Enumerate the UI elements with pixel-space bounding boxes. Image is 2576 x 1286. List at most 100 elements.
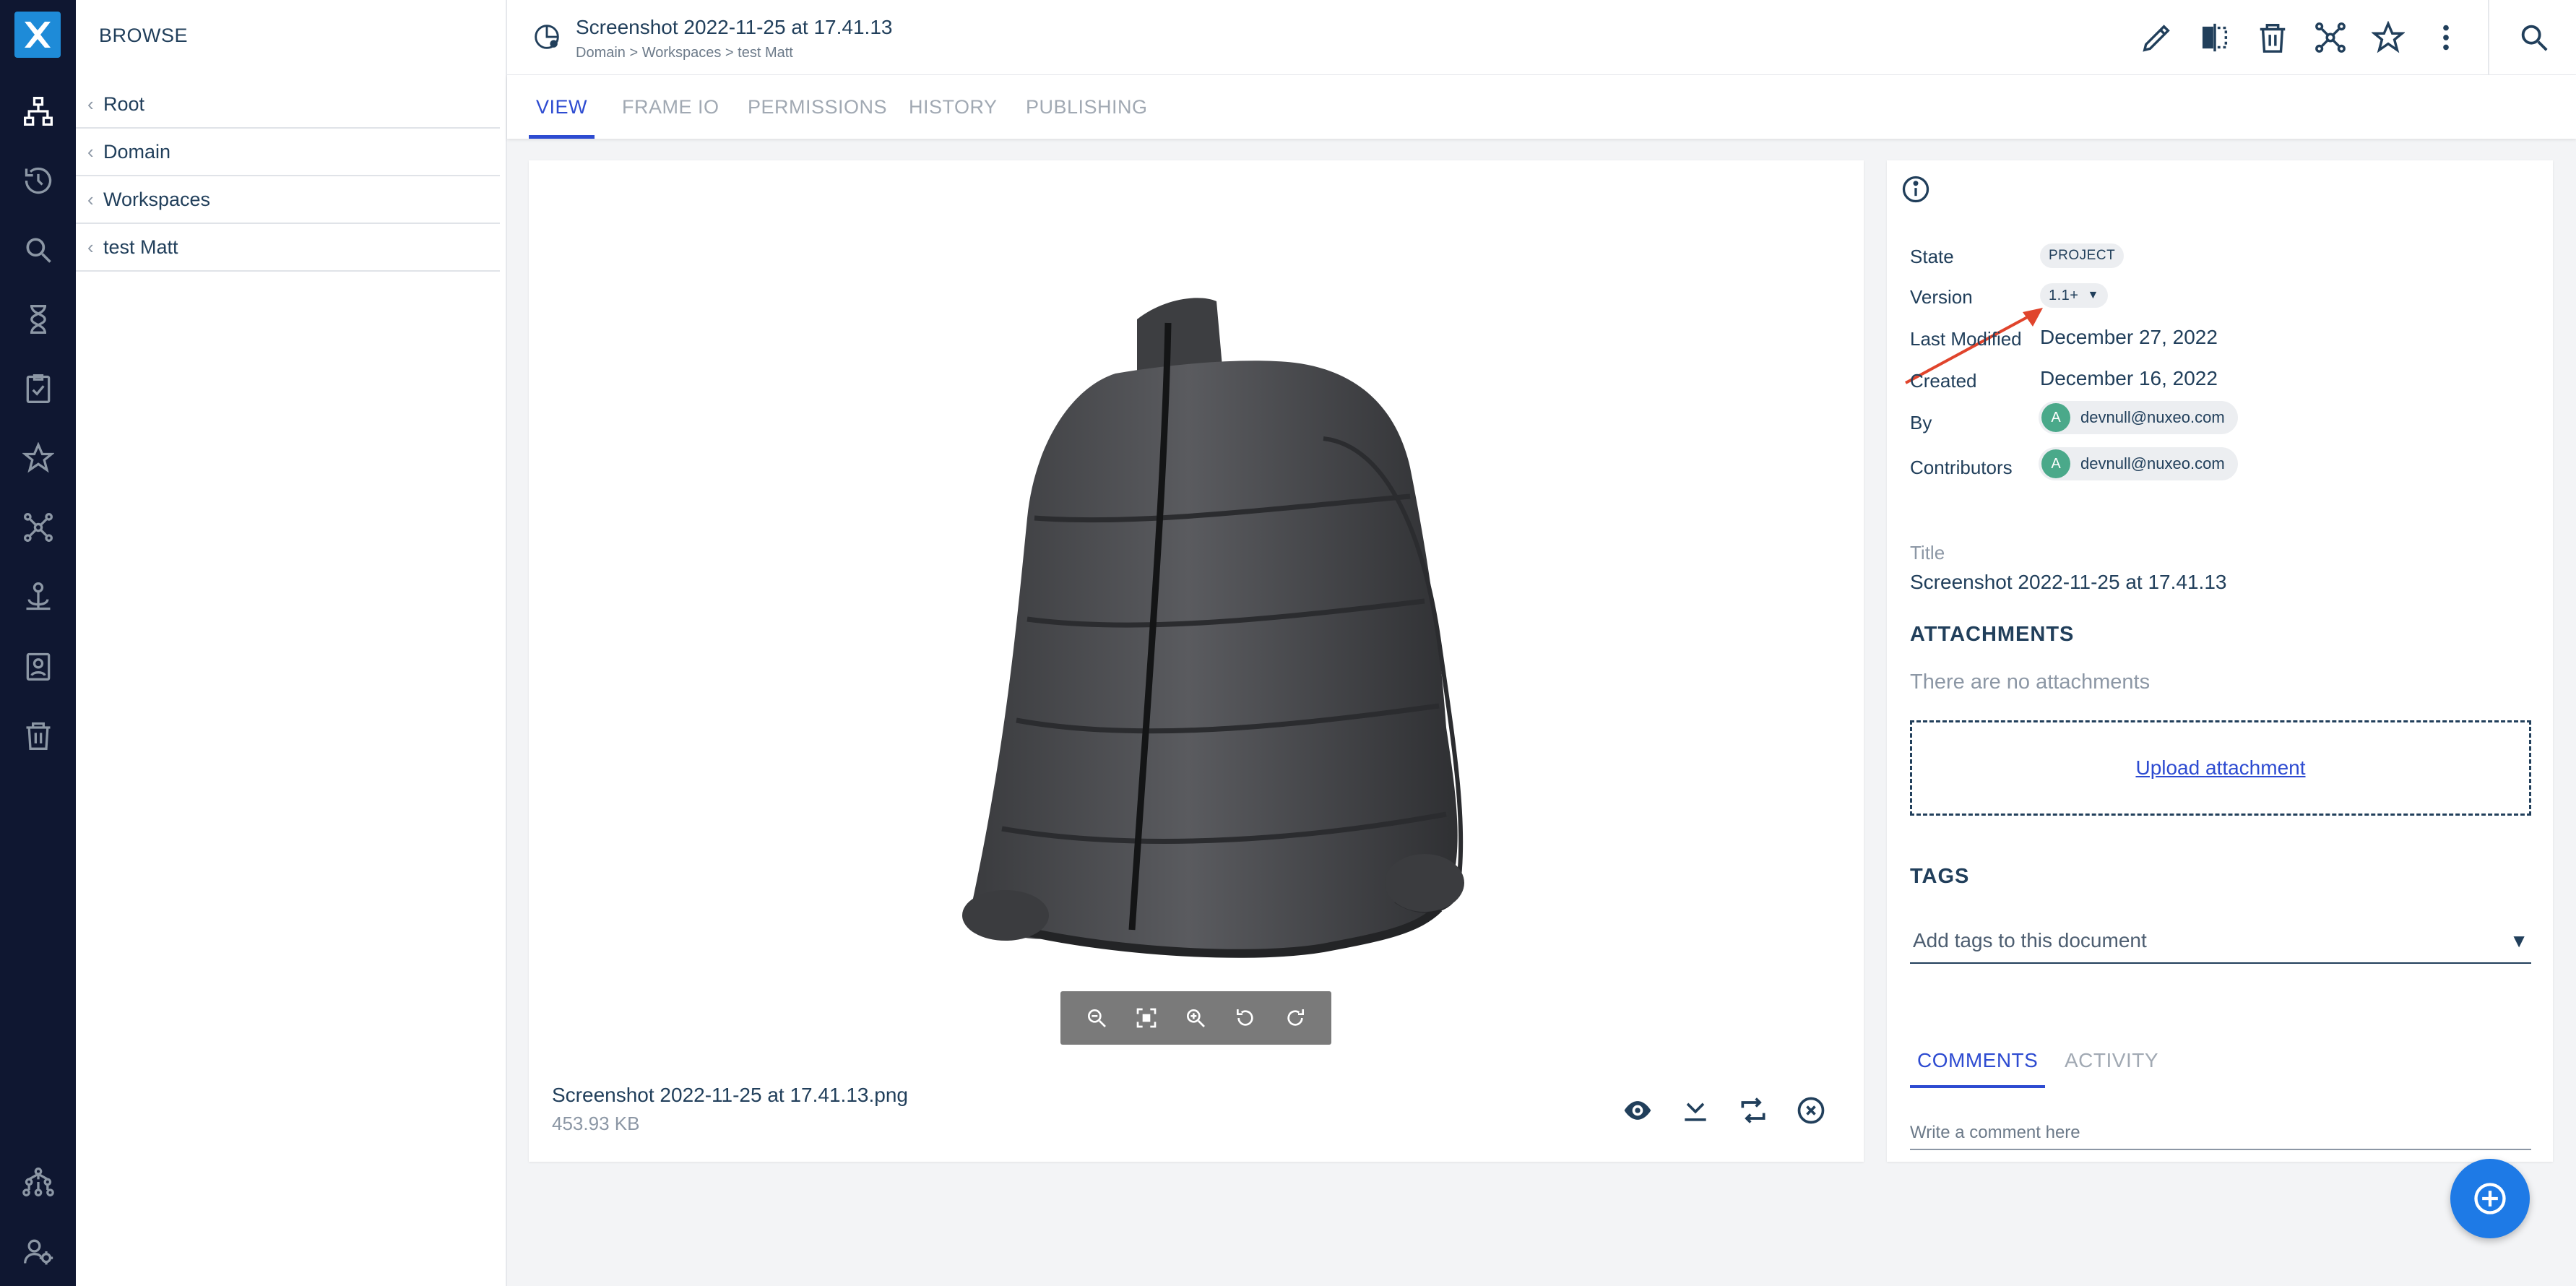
zoom-in-button[interactable]	[1181, 1004, 1210, 1032]
browse-drawer: BROWSE ‹ Root ‹ Domain ‹ Workspaces ‹ te…	[76, 0, 507, 1286]
zoom-out-button[interactable]	[1082, 1004, 1111, 1032]
crumb-workspaces[interactable]: ‹ Workspaces	[76, 176, 500, 224]
replace-button[interactable]	[1735, 1092, 1771, 1129]
eye-icon	[1624, 1101, 1651, 1120]
file-size: 453.93 KB	[552, 1113, 640, 1134]
tasks-icon[interactable]	[18, 368, 58, 408]
download-button[interactable]	[1677, 1092, 1713, 1129]
download-icon	[1685, 1102, 1706, 1121]
metadata-card: State PROJECT Version 1.1+ ▼ Last Modifi…	[1887, 160, 2553, 1162]
rotate-right-button[interactable]	[1281, 1004, 1310, 1032]
crumb-label: test Matt	[103, 236, 178, 258]
app-logo[interactable]	[14, 12, 61, 58]
state-label: State	[1910, 246, 1954, 267]
dropdown-arrow-icon: ▼	[2510, 929, 2528, 951]
app-root: BROWSE ‹ Root ‹ Domain ‹ Workspaces ‹ te…	[0, 0, 2576, 1286]
tab-frame-io[interactable]: FRAME IO	[622, 75, 719, 139]
search-icon	[2521, 25, 2548, 51]
hourglass-icon[interactable]	[18, 299, 58, 339]
title-label: Title	[1910, 542, 1945, 564]
add-to-collection-button[interactable]	[2301, 9, 2359, 66]
contributor-email: devnull@nuxeo.com	[2080, 454, 2225, 472]
rotate-left-button[interactable]	[1231, 1004, 1260, 1032]
hierarchy-icon[interactable]	[18, 1162, 58, 1201]
tags-heading: TAGS	[1910, 865, 1970, 888]
edit-button[interactable]	[2128, 9, 2186, 66]
document-title: Screenshot 2022-11-25 at 17.41.13	[576, 16, 893, 38]
image-viewer-toolbar	[1060, 991, 1331, 1045]
crumb-domain[interactable]: ‹ Domain	[76, 129, 500, 176]
tab-history[interactable]: HISTORY	[909, 75, 998, 139]
version-dropdown[interactable]: 1.1+ ▼	[2040, 283, 2108, 308]
rotate-right-icon	[1287, 1009, 1304, 1026]
document-header: Screenshot 2022-11-25 at 17.41.13 Domain…	[507, 0, 2576, 75]
crumb-label: Workspaces	[103, 188, 211, 210]
author-chip[interactable]: A devnull@nuxeo.com	[2039, 401, 2238, 434]
more-actions-button[interactable]	[2417, 9, 2475, 66]
tab-permissions[interactable]: PERMISSIONS	[748, 75, 887, 139]
chevron-left-icon: ‹	[87, 188, 94, 210]
preview-card: Screenshot 2022-11-25 at 17.41.13.png 45…	[529, 160, 1864, 1162]
tab-activity[interactable]: ACTIVITY	[2065, 1049, 2158, 1072]
browse-icon[interactable]	[18, 91, 58, 131]
history-icon[interactable]	[18, 160, 58, 200]
fit-to-screen-button[interactable]	[1132, 1004, 1161, 1032]
tags-input[interactable]: Add tags to this document ▼	[1910, 919, 2531, 964]
attachments-empty: There are no attachments	[1910, 670, 2151, 694]
global-search-button[interactable]	[2505, 9, 2563, 66]
delete-button[interactable]	[2244, 9, 2301, 66]
nav-rail	[0, 0, 76, 1286]
favorites-icon[interactable]	[18, 438, 58, 478]
document-actions	[2128, 0, 2576, 75]
drawer-title: BROWSE	[99, 25, 189, 46]
chevron-left-icon: ‹	[87, 236, 94, 258]
zoom-out-icon	[1088, 1009, 1107, 1027]
add-circle-icon	[2474, 1183, 2506, 1214]
attachments-heading: ATTACHMENTS	[1910, 623, 2075, 646]
close-circle-icon	[1797, 1097, 1825, 1124]
file-actions	[1620, 1092, 1829, 1129]
contributors-label: Contributors	[1910, 457, 2013, 478]
chevron-left-icon: ‹	[87, 92, 94, 115]
tab-publishing[interactable]: PUBLISHING	[1026, 75, 1148, 139]
upload-dropzone[interactable]: Upload attachment	[1910, 720, 2531, 816]
compare-icon	[2202, 23, 2228, 52]
file-name: Screenshot 2022-11-25 at 17.41.13.png	[552, 1084, 908, 1106]
trash-icon	[2260, 24, 2286, 53]
upload-attachment-link[interactable]: Upload attachment	[2135, 756, 2305, 780]
remove-file-button[interactable]	[1793, 1092, 1829, 1129]
pencil-icon	[2143, 25, 2170, 52]
info-icon[interactable]	[1900, 173, 1932, 205]
picture-document-icon	[535, 25, 559, 49]
compare-button[interactable]	[2186, 9, 2244, 66]
collections-icon[interactable]	[18, 507, 58, 547]
document-tabs: VIEW FRAME IO PERMISSIONS HISTORY PUBLIS…	[507, 75, 2576, 139]
personal-workspace-icon[interactable]	[18, 577, 58, 616]
tab-comments[interactable]: COMMENTS	[1909, 1049, 2046, 1088]
crumb-test-matt[interactable]: ‹ test Matt	[76, 224, 500, 272]
comment-input[interactable]: Write a comment here	[1910, 1123, 2531, 1150]
created-value: December 16, 2022	[2040, 367, 2218, 389]
crumb-root[interactable]: ‹ Root	[76, 81, 500, 129]
favorite-button[interactable]	[2359, 9, 2417, 66]
search-icon[interactable]	[18, 230, 58, 269]
replace-icon	[1741, 1097, 1765, 1123]
contributor-chip[interactable]: A devnull@nuxeo.com	[2039, 447, 2238, 480]
document-breadcrumb[interactable]: Domain > Workspaces > test Matt	[576, 45, 793, 61]
avatar: A	[2041, 403, 2070, 432]
logo-icon	[25, 22, 51, 48]
preview-image[interactable]	[948, 280, 1497, 988]
clipboard-user-icon[interactable]	[18, 646, 58, 686]
tab-view[interactable]: VIEW	[528, 75, 595, 139]
version-value: 1.1+	[2049, 287, 2079, 303]
user-settings-icon[interactable]	[18, 1231, 58, 1271]
header-divider	[2488, 0, 2489, 75]
rotate-left-icon	[1237, 1009, 1253, 1026]
preview-button[interactable]	[1620, 1092, 1656, 1129]
crumb-label: Root	[103, 92, 145, 115]
tags-placeholder: Add tags to this document	[1913, 929, 2147, 951]
last-modified-label: Last Modified	[1910, 328, 2022, 350]
trash-icon[interactable]	[18, 715, 58, 755]
title-value: Screenshot 2022-11-25 at 17.41.13	[1910, 571, 2227, 593]
create-document-button[interactable]	[2450, 1159, 2530, 1238]
